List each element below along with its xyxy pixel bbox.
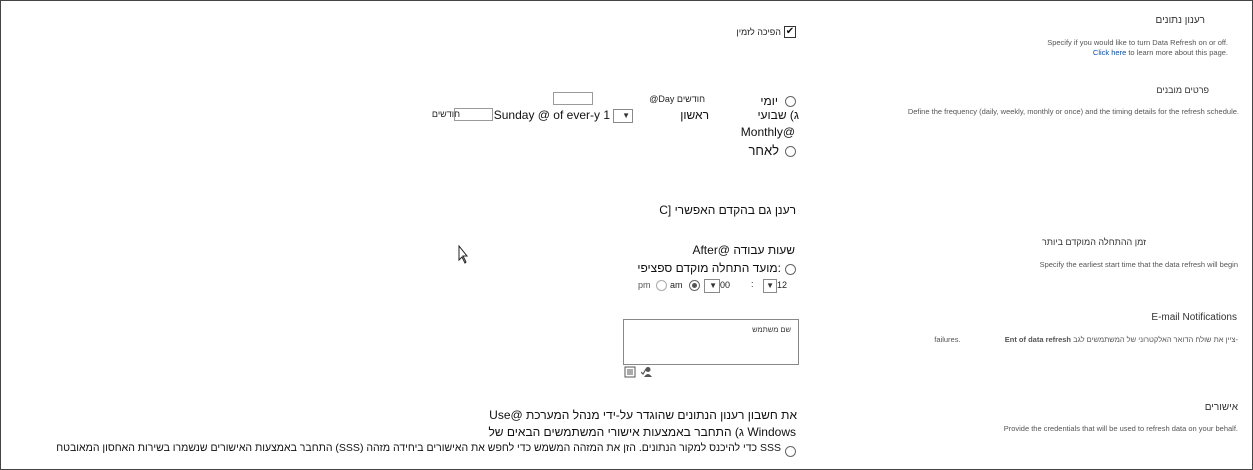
refresh-section-title: רענון נתונים bbox=[1155, 15, 1206, 26]
refresh-section-desc: Specify if you would like to turn Data R… bbox=[1047, 38, 1228, 47]
weekly-day-value: ראשון bbox=[680, 108, 709, 122]
chevron-down-icon: ▼ bbox=[709, 281, 717, 290]
address-book-icon[interactable] bbox=[624, 366, 636, 381]
checkbox-check-icon: ✔ bbox=[785, 26, 795, 37]
credentials-section-title: אישורים bbox=[1204, 402, 1238, 413]
hour-value: 12 bbox=[777, 280, 788, 290]
check-names-icon[interactable] bbox=[640, 366, 653, 381]
also-refresh-asap-checkbox[interactable]: C] רענן גם בהקדם האפשרי bbox=[659, 203, 796, 217]
am-label: am bbox=[670, 280, 683, 290]
specific-time-radio[interactable] bbox=[785, 264, 796, 275]
email-section-desc: failures. Ent of data refresh ציין את שו… bbox=[934, 335, 1238, 344]
after-hours-radio[interactable]: After@ שעות עבודה bbox=[692, 243, 795, 257]
weekly-day-select[interactable]: ▼ bbox=[613, 109, 633, 123]
email-section-title: E-mail Notifications bbox=[1151, 312, 1237, 323]
monthly-months-label: חודשים bbox=[431, 109, 460, 119]
earliest-section-title: זמן ההתחלה המוקדם ביותר bbox=[1041, 237, 1146, 247]
cursor-icon bbox=[458, 245, 469, 264]
refresh-section-desc-2: Click here to learn more about this page… bbox=[1092, 48, 1228, 57]
learn-more-link[interactable]: Click here bbox=[1093, 48, 1126, 57]
daily-label: יומי bbox=[760, 94, 778, 108]
use-windows-credentials-radio[interactable]: ג) התחבר באמצעות אישורי המשתמשים הבאים ש… bbox=[488, 425, 796, 439]
daily-radio[interactable] bbox=[785, 96, 796, 107]
once-label: לאחר bbox=[748, 143, 779, 158]
page-frame bbox=[0, 0, 1253, 470]
minute-select[interactable]: ▼ bbox=[704, 279, 720, 293]
enable-refresh-label: הפיכה לזמין bbox=[736, 27, 781, 37]
email-recipients-value: שם משתמש bbox=[752, 325, 791, 334]
use-sss-label: התחבר באמצעות האישורים שנשמרו בשירות האח… bbox=[56, 442, 781, 454]
weekly-label: ג) שבועי bbox=[757, 108, 799, 122]
use-sss-radio[interactable] bbox=[785, 446, 796, 457]
hour-select[interactable]: ▼ bbox=[763, 279, 777, 293]
schedule-section-title: פרטים מובנים bbox=[1156, 85, 1209, 95]
pm-label: pm bbox=[638, 280, 651, 290]
time-separator: : bbox=[751, 279, 754, 289]
minute-value: 00 bbox=[720, 280, 731, 290]
am-radio[interactable] bbox=[689, 280, 700, 291]
chevron-down-icon: ▼ bbox=[766, 281, 774, 290]
once-radio[interactable] bbox=[785, 146, 796, 157]
pm-radio[interactable] bbox=[656, 280, 667, 291]
email-recipients-textarea[interactable]: שם משתמש bbox=[623, 319, 799, 365]
daily-days-text: @Day חודשים bbox=[649, 94, 705, 104]
chevron-down-icon: ▼ bbox=[622, 111, 630, 120]
credentials-section-desc: Provide the credentials that will be use… bbox=[1003, 424, 1238, 433]
use-admin-account-radio[interactable]: Use@ את חשבון רענון הנתונים שהוגדר על-יד… bbox=[489, 408, 797, 422]
monthly-day-text: Sunday @ of ever-y 1 bbox=[493, 108, 610, 122]
earliest-section-desc: Specify the earliest start time that the… bbox=[1039, 260, 1238, 269]
enable-refresh-checkbox[interactable]: ✔ bbox=[784, 26, 796, 38]
monthly-label: Monthly@ bbox=[740, 125, 795, 139]
daily-days-field[interactable] bbox=[553, 92, 593, 105]
schedule-section-desc: Define the frequency (daily, weekly, mon… bbox=[907, 107, 1239, 116]
specific-time-label: מועד התחלה מוקדם ספציפי: bbox=[637, 261, 781, 275]
